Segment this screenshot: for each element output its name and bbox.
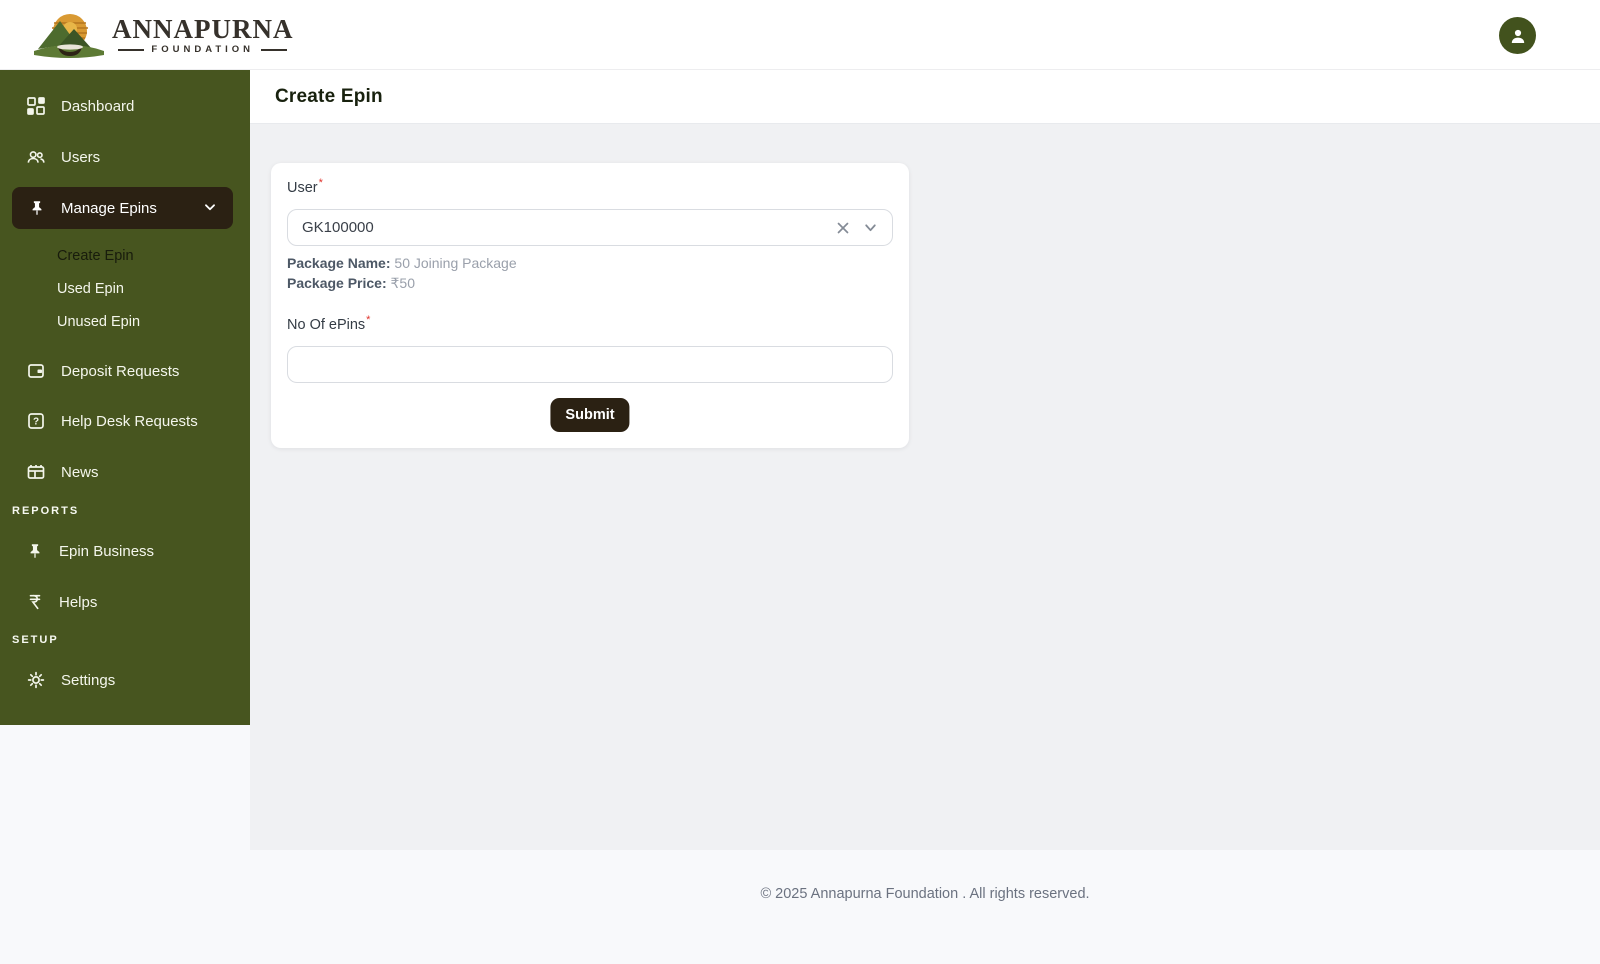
copyright-text: © 2025 Annapurna Foundation . All rights… [760,886,1090,902]
tagline-rule-right [261,48,288,51]
sidebar-subitem-used-epin[interactable]: Used Epin [57,279,124,299]
sidebar-section-reports: REPORTS [12,505,80,517]
dashboard-icon [27,97,45,115]
required-asterisk: * [366,314,371,326]
brand-name: ANNAPURNA [112,14,294,44]
sidebar-item-label: Manage Epins [61,199,157,217]
logo-emblem-icon [34,14,104,58]
package-name-line: Package Name: 50 Joining Package [287,255,517,271]
epins-field-label: No Of ePins* [287,314,371,333]
top-header: ANNAPURNA FOUNDATION [0,0,1600,70]
sidebar-item-label: Helps [59,593,98,611]
sidebar-item-label: Deposit Requests [61,362,180,380]
user-select-value: GK100000 [302,219,374,236]
page-title: Create Epin [275,85,383,107]
sidebar-item-label: Settings [61,671,116,689]
chevron-down-icon [205,204,215,211]
app-frame: ANNAPURNA FOUNDATION Dashboard Users Man… [0,0,1600,964]
brand-tagline-text: FOUNDATION [151,44,255,55]
gear-icon [27,671,45,689]
chevron-down-icon[interactable] [863,220,878,235]
sidebar-item-label: Users [61,148,101,166]
package-price-line: Package Price: ₹50 [287,275,415,292]
clear-icon[interactable] [836,221,850,235]
person-icon [1511,29,1524,43]
sidebar-item-label: Epin Business [59,542,155,560]
sidebar-item-label: News [61,463,99,481]
epins-label-text: No Of ePins [287,317,366,333]
sidebar-item-news[interactable]: News [0,456,250,488]
sidebar-item-label: Dashboard [61,97,135,115]
user-avatar-button[interactable] [1499,17,1536,54]
pin-icon [32,201,42,215]
sidebar-subitem-create-epin[interactable]: Create Epin [57,246,134,266]
sidebar-item-deposit-requests[interactable]: Deposit Requests [0,355,250,387]
rupee-icon [29,594,41,610]
user-label-text: User [287,180,318,196]
package-price-label: Package Price: [287,275,387,291]
sidebar-item-helps[interactable]: Helps [0,586,250,618]
user-field-label: User* [287,177,323,196]
package-price-value: ₹50 [390,275,415,291]
sidebar-item-epin-business[interactable]: Epin Business [0,535,250,567]
required-asterisk: * [318,177,323,189]
page-footer: © 2025 Annapurna Foundation . All rights… [250,850,1600,964]
users-icon [27,151,45,163]
svg-text:?: ? [33,417,39,428]
main-content: User* GK100000 Package Name: 50 Joining … [250,124,1600,850]
pin-icon [30,544,40,558]
package-name-value: 50 Joining Package [394,255,517,271]
sidebar: Dashboard Users Manage Epins Create Epin [0,70,250,725]
user-select[interactable]: GK100000 [287,209,893,246]
news-icon [27,465,45,479]
brand-tagline: FOUNDATION [118,44,288,55]
sidebar-section-setup: SETUP [12,634,59,646]
sidebar-item-dashboard[interactable]: Dashboard [0,90,250,122]
sidebar-subitem-label: Create Epin [57,248,134,264]
brand-logo[interactable]: ANNAPURNA FOUNDATION [30,9,293,61]
page-title-bar: Create Epin [250,70,1600,124]
wallet-icon [28,364,44,378]
sidebar-subitem-label: Unused Epin [57,314,141,330]
logo-wordmark: ANNAPURNA FOUNDATION [112,15,293,55]
help-icon: ? [28,413,44,429]
sidebar-item-settings[interactable]: Settings [0,664,250,696]
epins-count-input[interactable] [287,346,893,383]
package-name-label: Package Name: [287,255,391,271]
sidebar-subitem-label: Used Epin [57,281,124,297]
sidebar-item-manage-epins[interactable]: Manage Epins [12,187,233,229]
sidebar-subitem-unused-epin[interactable]: Unused Epin [57,312,140,332]
sidebar-item-help-desk-requests[interactable]: ? Help Desk Requests [0,405,250,437]
sidebar-item-label: Help Desk Requests [61,412,198,430]
sidebar-item-users[interactable]: Users [0,141,250,173]
submit-button[interactable]: Submit [550,398,630,432]
tagline-rule-left [118,48,145,51]
create-epin-form-card: User* GK100000 Package Name: 50 Joining … [271,163,909,448]
